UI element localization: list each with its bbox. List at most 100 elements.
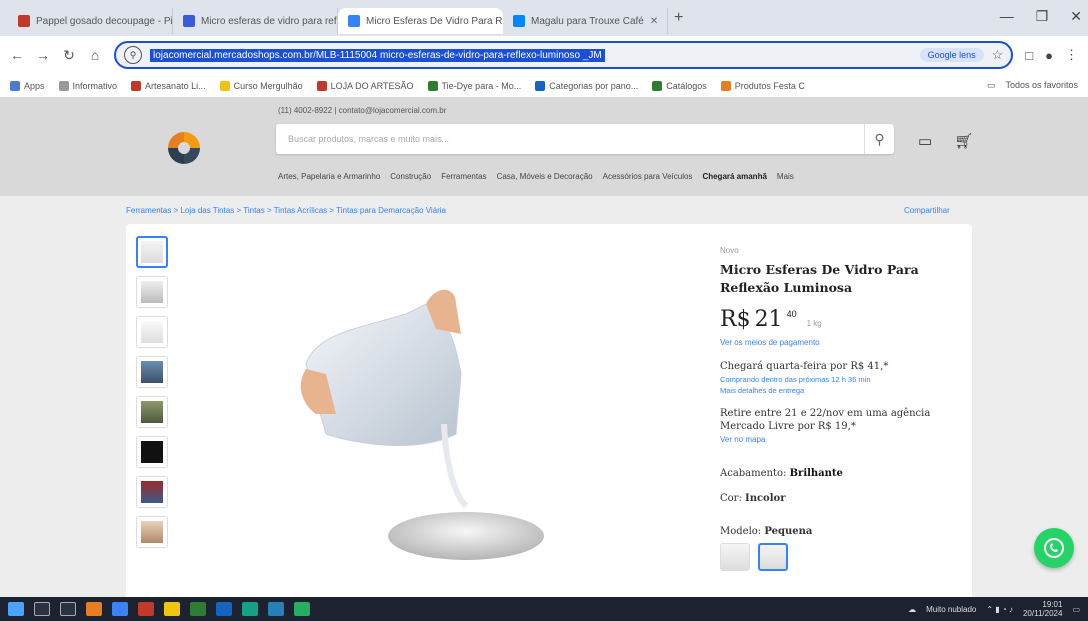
thumbnail[interactable] — [136, 356, 168, 388]
site-info-icon[interactable]: ⚲ — [124, 46, 142, 64]
bookmark-item[interactable]: Artesanato Li... — [131, 80, 206, 91]
google-lens-button[interactable]: Google lens — [919, 48, 984, 62]
bookmark-item[interactable]: Informativo — [58, 80, 117, 91]
thumbnail[interactable] — [136, 396, 168, 428]
category-item[interactable]: Construção — [390, 172, 431, 181]
app-icon[interactable] — [242, 602, 258, 616]
app-icon[interactable] — [138, 602, 154, 616]
bookmark-icon — [219, 80, 230, 91]
product-card: Novo Micro Esferas De Vidro Para Reflexã… — [126, 224, 972, 604]
app-icon[interactable] — [86, 602, 102, 616]
all-bookmarks[interactable]: ▭ Todos os favoritos — [987, 80, 1078, 91]
buy-box: Novo Micro Esferas De Vidro Para Reflexã… — [720, 246, 950, 571]
search-input[interactable]: Buscar produtos, marcas e muito mais... … — [276, 124, 894, 154]
address-bar[interactable]: ⚲ lojacomercial.mercadoshops.com.br/MLB-… — [114, 41, 1014, 69]
browser-toolbar: ← → ↻ ⌂ ⚲ lojacomercial.mercadoshops.com… — [0, 36, 1088, 74]
extensions-icon[interactable]: □ — [1025, 48, 1033, 63]
reload-icon[interactable]: ↻ — [62, 47, 76, 64]
model-variants — [720, 543, 950, 571]
bookmark-item[interactable]: Produtos Festa C — [720, 80, 805, 91]
thumbnail[interactable] — [136, 516, 168, 548]
app-icon[interactable] — [216, 602, 232, 616]
forward-icon[interactable]: → — [36, 47, 50, 63]
payment-methods-link[interactable]: Ver os meios de pagamento — [720, 338, 950, 347]
finish-attribute: Acabamento: Brilhante — [720, 468, 843, 479]
app-icon[interactable] — [294, 602, 310, 616]
bookmark-star-icon[interactable]: ☆ — [992, 47, 1004, 63]
category-item[interactable]: Ferramentas — [441, 172, 486, 181]
bookmark-item[interactable]: Categorias por pano... — [535, 80, 638, 91]
weather-icon[interactable]: ☁ — [908, 605, 916, 614]
category-item-featured[interactable]: Chegará amanhã — [702, 172, 766, 181]
bookmark-item[interactable]: Catálogos — [652, 80, 707, 91]
share-link[interactable]: Compartilhar — [904, 206, 950, 215]
clock[interactable]: 19:01 20/11/2024 — [1023, 600, 1062, 618]
tab-favicon-icon — [183, 15, 195, 27]
search-placeholder: Buscar produtos, marcas e muito mais... — [288, 134, 450, 144]
profile-icon[interactable]: ● — [1045, 48, 1053, 63]
shipping-details-link[interactable]: Mais detalhes de entrega — [720, 386, 950, 395]
unit-price: 1 kg — [806, 319, 822, 328]
store-logo[interactable] — [166, 130, 202, 166]
home-icon[interactable]: ⌂ — [88, 47, 102, 63]
tab-title: Magalu para Trouxe Café — [531, 15, 644, 27]
app-icon[interactable] — [112, 602, 128, 616]
model-attribute: Modelo: Pequena — [720, 526, 813, 537]
weather-text[interactable]: Muito nublado — [926, 605, 976, 614]
app-icon[interactable] — [164, 602, 180, 616]
window-controls: — ❐ ✕ — [1000, 8, 1082, 25]
close-window-icon[interactable]: ✕ — [1070, 8, 1082, 25]
category-item[interactable]: Artes, Papelaria e Armarinho — [278, 172, 380, 181]
bookmark-item[interactable]: LOJA DO ARTESÃO — [316, 80, 414, 91]
thumbnail[interactable] — [136, 276, 168, 308]
restore-icon[interactable]: ❐ — [1036, 8, 1049, 25]
back-icon[interactable]: ← — [10, 47, 24, 63]
close-icon[interactable]: ✕ — [650, 16, 658, 27]
shipping-deadline: Comprando dentro das próximas 12 h 36 mi… — [720, 375, 871, 384]
bookmark-icon — [58, 80, 69, 91]
tray-icons[interactable]: ⌃ ▮ ◔ ♪ — [986, 605, 1013, 614]
task-view-icon[interactable] — [60, 602, 76, 616]
browser-tab-2[interactable]: Micro esferas de vidro para refl ✕ — [173, 8, 338, 34]
thumbnail[interactable] — [136, 236, 168, 268]
browser-tab-1[interactable]: Pappel gosado decoupage - Pin ✕ — [8, 8, 173, 34]
search-icon[interactable]: ⚲ — [864, 124, 894, 154]
menu-icon[interactable]: ⋮ — [1065, 47, 1078, 63]
search-icon[interactable] — [34, 602, 50, 616]
bookmark-item[interactable]: Tie-Dye para - Mo... — [427, 80, 521, 91]
url-text[interactable]: lojacomercial.mercadoshops.com.br/MLB-11… — [150, 48, 605, 62]
browser-tab-active[interactable]: Micro Esferas De Vidro Para Re ✕ — [338, 8, 503, 34]
apps-icon — [10, 80, 20, 91]
notifications-icon[interactable]: ▭ — [1072, 605, 1080, 614]
new-tab-icon[interactable]: + — [674, 9, 683, 27]
bookmark-icon — [427, 80, 438, 91]
product-main-image[interactable] — [296, 274, 556, 574]
minimize-icon[interactable]: — — [1000, 8, 1014, 25]
start-icon[interactable] — [8, 602, 24, 616]
category-item-more[interactable]: Mais — [777, 172, 794, 181]
account-icon[interactable]: ▭ — [918, 132, 932, 150]
bookmark-item[interactable]: Curso Mergulhão — [219, 80, 303, 91]
map-link[interactable]: Ver no mapa — [720, 435, 950, 444]
variant-option[interactable] — [720, 543, 750, 571]
bookmark-icon — [720, 80, 731, 91]
whatsapp-icon — [1044, 538, 1064, 558]
shipping-info: Chegará quarta-feira por R$ 41,* — [720, 361, 889, 372]
tab-title: Micro Esferas De Vidro Para Re — [366, 15, 503, 27]
tab-favicon-icon — [513, 15, 525, 27]
chrome-icon[interactable] — [190, 602, 206, 616]
thumbnail[interactable] — [136, 476, 168, 508]
whatsapp-button[interactable] — [1034, 528, 1074, 568]
breadcrumb[interactable]: Ferramentas > Loja das Tintas > Tintas >… — [126, 206, 446, 215]
cart-icon[interactable]: 🛒︎ — [954, 132, 973, 150]
browser-tab-4[interactable]: Magalu para Trouxe Café ✕ — [503, 8, 668, 34]
variant-option-selected[interactable] — [758, 543, 788, 571]
thumbnail[interactable] — [136, 436, 168, 468]
thumbnail[interactable] — [136, 316, 168, 348]
os-taskbar: ☁ Muito nublado ⌃ ▮ ◔ ♪ 19:01 20/11/2024… — [0, 597, 1088, 621]
bookmark-item[interactable]: Apps — [10, 80, 45, 91]
app-icon[interactable] — [268, 602, 284, 616]
category-item[interactable]: Acessórios para Veículos — [603, 172, 693, 181]
tab-title: Micro esferas de vidro para refl — [201, 15, 338, 27]
category-item[interactable]: Casa, Móveis e Decoração — [497, 172, 593, 181]
